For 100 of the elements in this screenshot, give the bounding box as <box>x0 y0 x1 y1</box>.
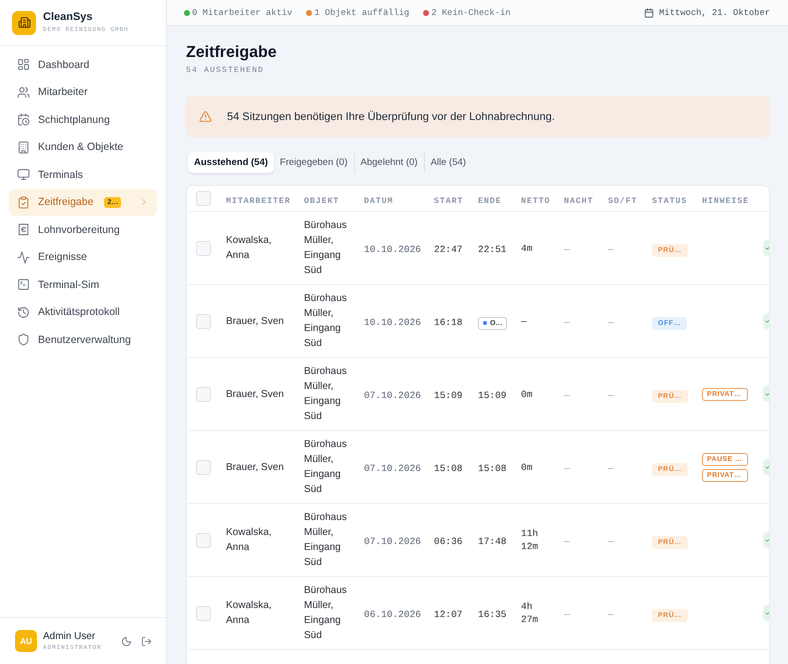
sidebar-item[interactable]: Ereignisse <box>9 244 157 271</box>
object-name: Bürohaus Müller, Eingang Süd <box>304 584 348 643</box>
net-duration: 0m <box>521 460 534 474</box>
night-value: — <box>564 317 570 328</box>
date-text: 07.10.2026 <box>364 536 422 547</box>
object-name: Bürohaus Müller, Eingang Süd <box>304 219 348 278</box>
user-avatar: AU <box>15 630 37 652</box>
start-time: 15:08 <box>434 463 463 474</box>
moon-icon[interactable] <box>121 636 132 646</box>
end-time: 22:51 <box>478 244 507 255</box>
start-time: 22:47 <box>434 244 463 255</box>
row-checkbox[interactable] <box>196 532 211 548</box>
pulse-line-icon <box>17 250 30 264</box>
net-duration: — <box>521 314 528 328</box>
end-time: 15:08 <box>478 463 507 474</box>
object-name: Bürohaus Müller, Eingang Süd <box>304 438 348 497</box>
approve-button[interactable] <box>763 386 769 402</box>
alert-text: 54 Sitzungen benötigen Ihre Überprüfung vor der Lohnabrechnung. <box>227 110 555 122</box>
date-text: 07.10.2026 <box>364 463 422 474</box>
row-checkbox[interactable] <box>196 314 211 328</box>
monitor-icon <box>17 168 30 182</box>
filter-tab[interactable]: Ausstehend (54) <box>188 152 274 173</box>
calendar-icon <box>644 8 654 18</box>
net-duration: 4h 27m <box>521 600 540 626</box>
building-icon <box>17 140 30 154</box>
date-text: 10.10.2026 <box>364 244 422 255</box>
calendar-clock-icon <box>17 113 30 126</box>
shield-icon <box>17 333 30 346</box>
row-checkbox[interactable] <box>196 240 211 256</box>
holiday-value: — <box>608 463 614 474</box>
date-text: 07.10.2026 <box>364 390 422 401</box>
night-value: — <box>564 390 570 401</box>
start-time: 15:09 <box>434 390 463 401</box>
net-duration: 11h 12m <box>521 527 540 553</box>
status-text: 1 Objekt auffällig <box>314 8 410 18</box>
employee-name: Brauer, Sven <box>226 314 285 328</box>
sidebar-item[interactable]: Lohnvorbereitung <box>9 216 157 244</box>
clipboard-check-icon <box>17 196 30 209</box>
start-time: 16:18 <box>434 317 463 328</box>
night-value: — <box>564 609 570 620</box>
net-duration: 0m <box>521 388 534 400</box>
users-icon <box>17 86 30 99</box>
start-time: 06:36 <box>434 536 463 547</box>
holiday-value: — <box>608 609 614 620</box>
dot-icon <box>483 321 487 325</box>
row-checkbox[interactable] <box>196 606 211 620</box>
employee-name: Kowalska, Anna <box>226 526 273 555</box>
logo-icon <box>12 10 36 34</box>
select-all-checkbox[interactable] <box>196 191 211 206</box>
status-text: 0 Mitarbeiter aktiv <box>192 8 292 18</box>
euro-receipt-icon <box>17 223 30 236</box>
object-name: Bürohaus Müller, Eingang Süd <box>304 365 348 424</box>
sidebar-item[interactable]: Dashboard <box>9 51 157 78</box>
date-text: 06.10.2026 <box>364 609 422 620</box>
date-text: 10.10.2026 <box>364 317 422 328</box>
dashboard-grid-icon <box>17 58 30 72</box>
approve-button[interactable] <box>763 459 769 475</box>
employee-name: Kowalska, Anna <box>226 234 273 263</box>
brand-name: CleanSys <box>43 11 94 24</box>
employee-name: Kowalska, Anna <box>226 599 273 628</box>
end-time: 15:09 <box>478 390 507 401</box>
approve-button[interactable] <box>763 313 769 329</box>
holiday-value: — <box>608 536 614 547</box>
object-name: Bürohaus Müller, Eingang Süd <box>304 511 348 570</box>
start-time: 12:07 <box>434 609 463 620</box>
approve-button[interactable] <box>763 240 769 256</box>
sidebar-item[interactable]: Schichtplanung <box>9 106 157 134</box>
page-title: Zeitfreigabe <box>186 43 278 63</box>
holiday-value: — <box>608 317 614 328</box>
night-value: — <box>564 244 570 255</box>
page-subtitle: 54 AUSSTEHEND <box>186 66 266 76</box>
warning-icon <box>199 110 212 123</box>
sidebar-item[interactable]: Aktivitätsprotokoll <box>9 298 157 326</box>
holiday-value: — <box>608 244 614 255</box>
sidebar-item[interactable]: Terminal-Sim <box>9 271 157 298</box>
terminal-icon <box>17 278 30 292</box>
object-name: Bürohaus Müller, Eingang Süd <box>304 292 348 351</box>
logout-icon[interactable] <box>141 636 152 646</box>
holiday-value: — <box>608 390 614 401</box>
sidebar-item[interactable]: Mitarbeiter <box>9 78 157 106</box>
sidebar-item[interactable]: Kunden & Objekte <box>9 134 157 161</box>
approve-button[interactable] <box>763 532 769 548</box>
row-checkbox[interactable] <box>196 386 211 402</box>
status-text: 2 Kein-Check-in <box>431 8 511 18</box>
filter-tab[interactable]: Alle (54) <box>424 152 472 173</box>
filter-tab[interactable]: Freigegeben (0) <box>274 152 354 173</box>
night-value: — <box>564 536 570 547</box>
approve-button[interactable] <box>763 605 769 621</box>
net-duration: 4m <box>521 242 534 254</box>
employee-name: Brauer, Sven <box>226 388 285 402</box>
end-time: 16:35 <box>478 609 507 620</box>
end-time: 17:48 <box>478 536 507 547</box>
employee-name: Brauer, Sven <box>226 460 285 474</box>
user-name: Admin User <box>43 630 96 642</box>
date-label: Mittwoch, 21. Oktober <box>659 8 770 18</box>
history-icon <box>17 306 30 319</box>
sidebar-item[interactable]: Benutzerverwaltung <box>9 326 157 354</box>
filter-tab[interactable]: Abgelehnt (0) <box>354 152 424 173</box>
sidebar-item[interactable]: Terminals <box>9 161 157 188</box>
row-checkbox[interactable] <box>196 460 211 474</box>
